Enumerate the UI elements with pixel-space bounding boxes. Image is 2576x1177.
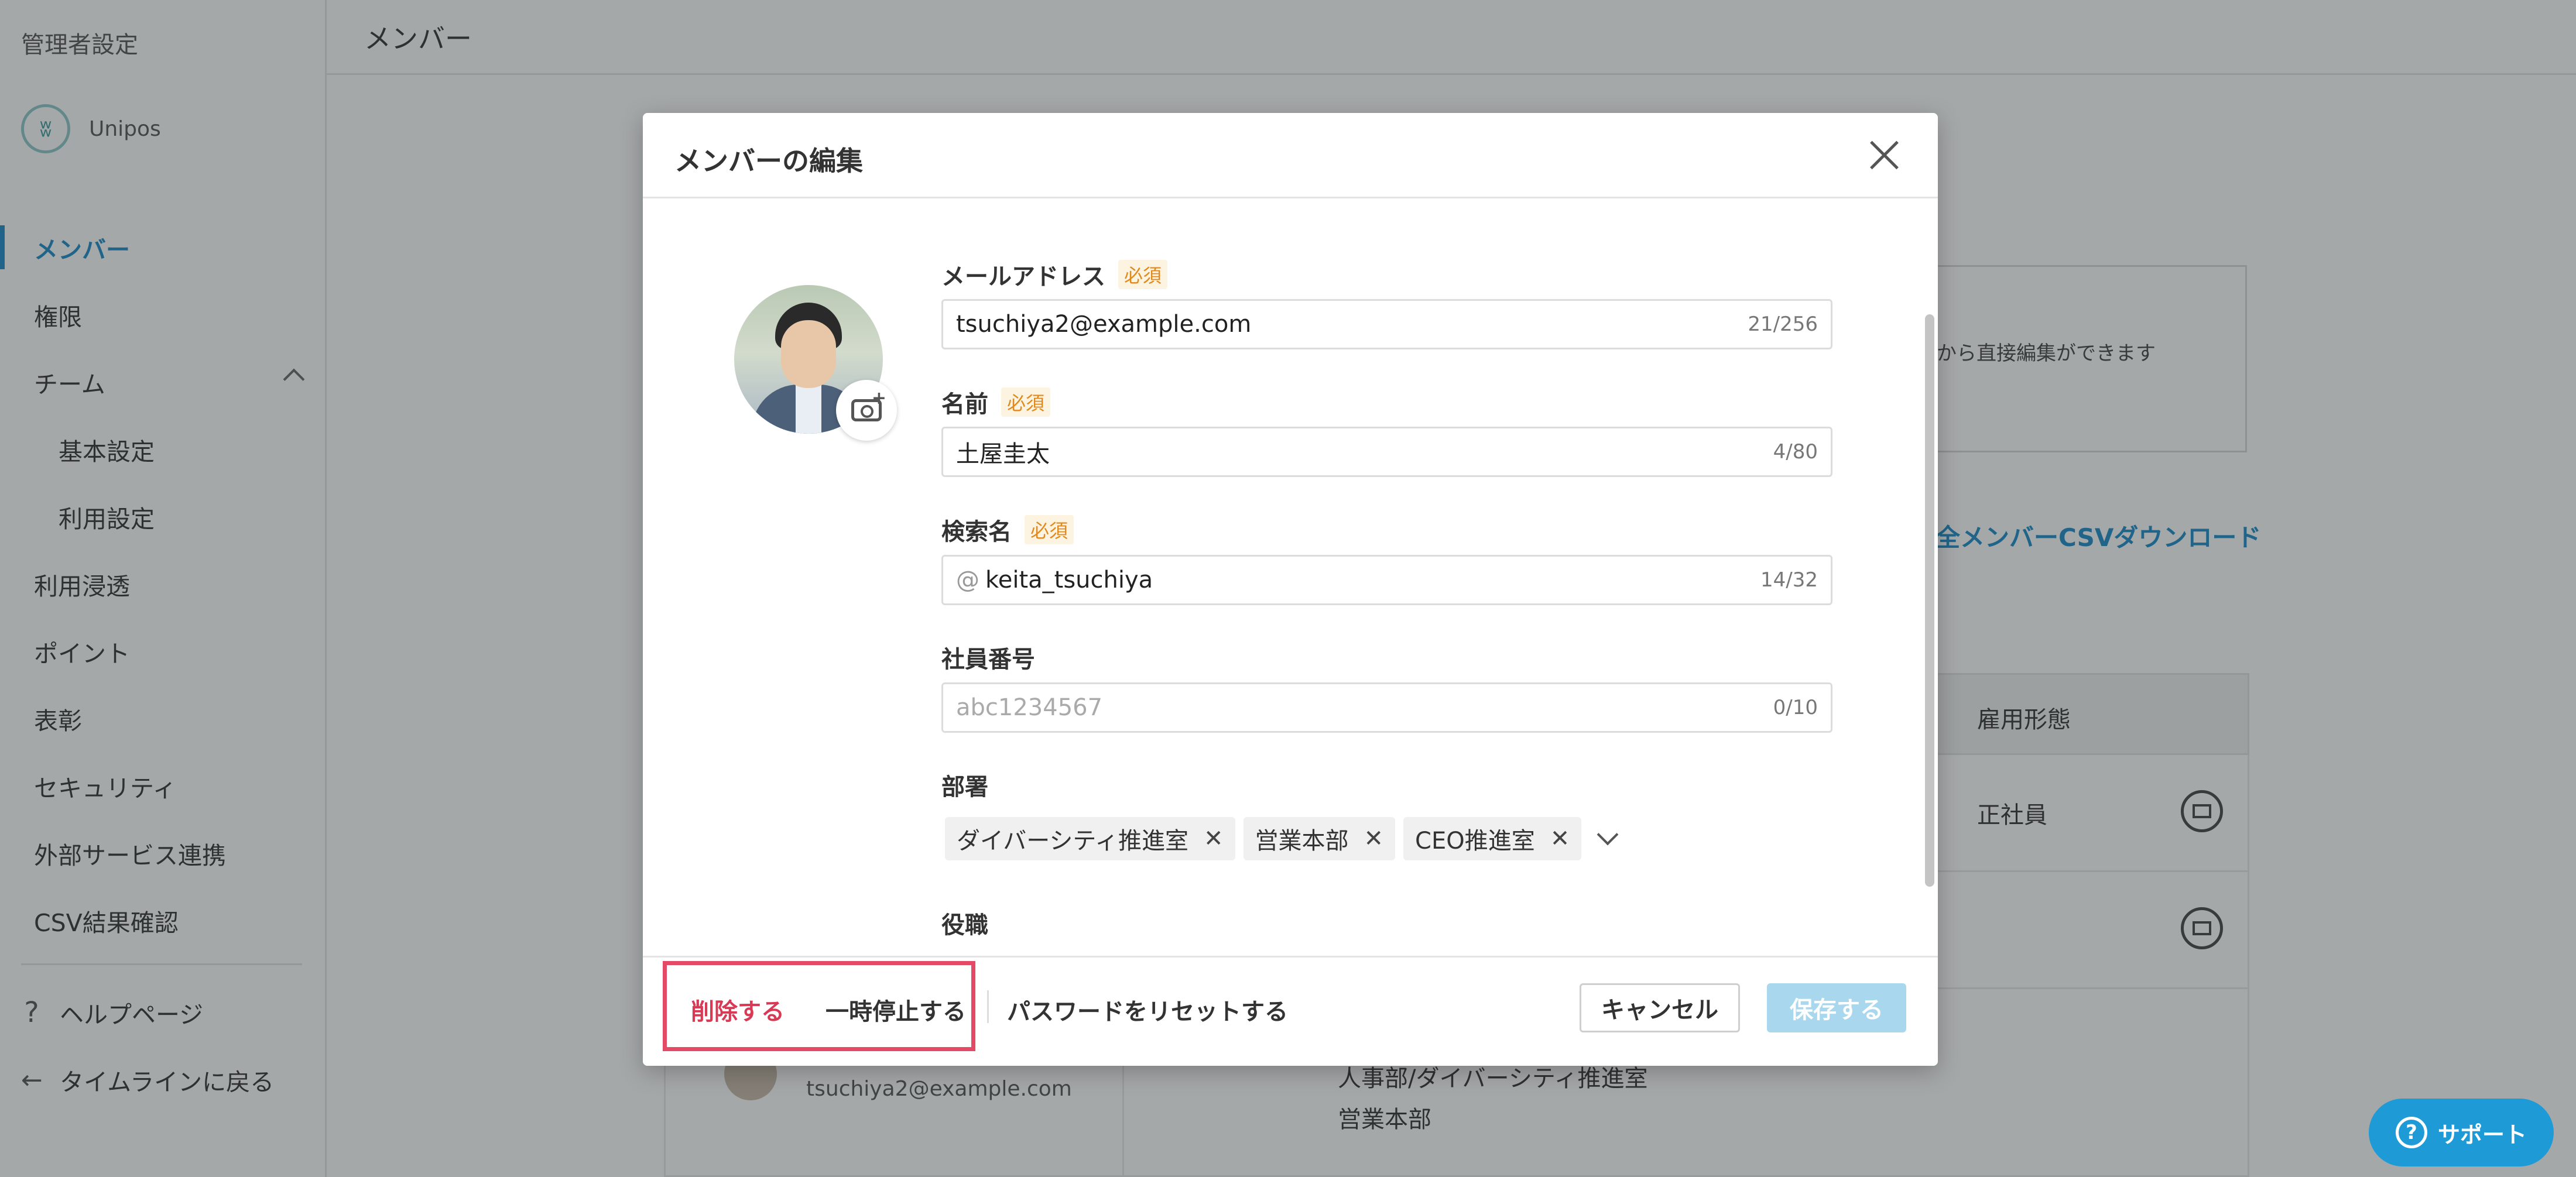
- employee-id-label: 社員番号: [941, 640, 1035, 674]
- remove-tag-icon[interactable]: ✕: [1550, 825, 1570, 852]
- remove-tag-icon[interactable]: ✕: [1204, 825, 1224, 852]
- name-value: 土屋圭太: [956, 441, 1050, 468]
- tag-label: ダイバーシティ推進室: [957, 828, 1188, 855]
- required-badge: 必須: [1025, 515, 1074, 544]
- dialog-title: メンバーの編集: [674, 145, 863, 177]
- cancel-button[interactable]: キャンセル: [1580, 983, 1740, 1032]
- employee-id-label-text: 社員番号: [941, 646, 1035, 673]
- employee-id-placeholder: abc1234567: [956, 694, 1103, 721]
- chevron-down-icon[interactable]: [1597, 823, 1619, 846]
- department-label-text: 部署: [941, 774, 988, 801]
- name-char-count: 4/80: [1773, 440, 1818, 464]
- email-char-count: 21/256: [1748, 313, 1818, 336]
- department-label: 部署: [941, 768, 988, 802]
- required-badge: 必須: [1118, 260, 1168, 289]
- email-label-text: メールアドレス: [941, 263, 1105, 290]
- name-label-text: 名前: [941, 391, 988, 418]
- search-name-label-text: 検索名: [941, 519, 1012, 545]
- department-tag: ダイバーシティ推進室 ✕: [945, 817, 1235, 860]
- profile-photo[interactable]: +: [734, 285, 897, 441]
- reset-password-button[interactable]: パスワードをリセットする: [1007, 993, 1288, 1027]
- email-value: tsuchiya2@example.com: [956, 311, 1252, 338]
- remove-tag-icon[interactable]: ✕: [1364, 825, 1384, 852]
- tag-label: CEO推進室: [1415, 828, 1535, 855]
- email-label: メールアドレス 必須: [941, 258, 1168, 291]
- position-label: 役職: [941, 906, 988, 940]
- search-name-field[interactable]: @ keita_tsuchiya 14/32: [941, 555, 1832, 605]
- dialog-header: メンバーの編集: [643, 113, 1938, 198]
- department-tag: CEO推進室 ✕: [1403, 817, 1582, 860]
- footer-divider: [987, 990, 989, 1023]
- required-badge: 必須: [1001, 387, 1051, 417]
- name-field[interactable]: 土屋圭太 4/80: [941, 427, 1832, 477]
- camera-icon[interactable]: +: [836, 380, 897, 441]
- edit-member-dialog: メンバーの編集 + メールアドレス 必須 tsuchiya2@example.c…: [643, 113, 1938, 1066]
- support-label: サポート: [2437, 1121, 2527, 1148]
- department-tag: 営業本部 ✕: [1243, 817, 1396, 860]
- support-button[interactable]: ? サポート: [2369, 1099, 2554, 1166]
- search-name-value: keita_tsuchiya: [985, 567, 1153, 593]
- close-icon[interactable]: [1868, 139, 1900, 171]
- employee-id-field[interactable]: abc1234567 0/10: [941, 682, 1832, 733]
- position-label-text: 役職: [941, 912, 988, 939]
- scrollbar[interactable]: [1925, 314, 1934, 887]
- delete-button[interactable]: 削除する: [691, 993, 785, 1027]
- save-button[interactable]: 保存する: [1767, 983, 1906, 1032]
- name-label: 名前 必須: [941, 385, 1051, 419]
- department-select[interactable]: ダイバーシティ推進室 ✕ 営業本部 ✕ CEO推進室 ✕: [945, 817, 1619, 860]
- dialog-body: + メールアドレス 必須 tsuchiya2@example.com 21/25…: [643, 200, 1938, 1066]
- tag-label: 営業本部: [1255, 828, 1349, 855]
- search-name-label: 検索名 必須: [941, 513, 1074, 547]
- search-name-char-count: 14/32: [1760, 568, 1818, 592]
- dialog-footer: 削除する 一時停止する パスワードをリセットする キャンセル 保存する: [643, 956, 1938, 1066]
- employee-id-char-count: 0/10: [1773, 696, 1818, 719]
- question-icon: ?: [2395, 1117, 2427, 1148]
- at-prefix: @: [956, 567, 979, 593]
- email-field[interactable]: tsuchiya2@example.com 21/256: [941, 299, 1832, 349]
- suspend-button[interactable]: 一時停止する: [825, 993, 966, 1027]
